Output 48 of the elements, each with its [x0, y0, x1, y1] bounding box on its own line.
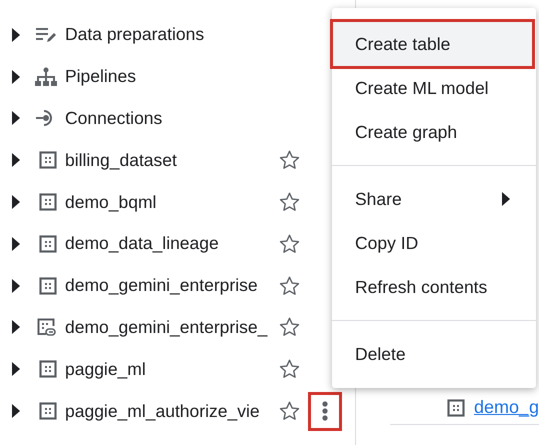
tree-item-label[interactable]: Pipelines: [65, 66, 300, 88]
tree-item-label[interactable]: Connections: [65, 108, 300, 129]
tree-item-label[interactable]: demo_gemini_enterprise: [65, 275, 279, 296]
more-options-button[interactable]: [308, 392, 342, 431]
menu-item[interactable]: Create ML model: [333, 66, 532, 110]
tree-item-label[interactable]: billing_dataset: [65, 150, 279, 171]
star-icon[interactable]: [278, 317, 300, 338]
expand-arrow-icon[interactable]: [11, 278, 21, 293]
menu-item[interactable]: Refresh contents: [333, 265, 532, 309]
star-icon[interactable]: [278, 234, 300, 254]
star-icon[interactable]: [278, 359, 300, 380]
tree-item-label[interactable]: demo_gemini_enterprise_: [65, 316, 279, 338]
tree-item-label[interactable]: demo_data_lineage: [65, 233, 279, 254]
dataset-icon: [39, 402, 57, 420]
data-preparation-icon: [35, 26, 57, 43]
menu-item[interactable]: Share: [333, 177, 532, 221]
dataset-icon: [39, 276, 57, 295]
tree-item-label[interactable]: paggie_ml_authorize_vie: [65, 400, 279, 422]
more-vert-icon: [322, 401, 328, 422]
expand-arrow-icon[interactable]: [11, 236, 21, 251]
expand-arrow-icon[interactable]: [11, 362, 21, 376]
expand-arrow-icon[interactable]: [11, 28, 21, 42]
dataset-icon: [39, 193, 57, 212]
menu-item[interactable]: Create table: [333, 22, 532, 66]
menu-item[interactable]: Copy ID: [333, 221, 532, 265]
menu-item[interactable]: Create graph: [333, 110, 532, 154]
pipeline-icon: [35, 66, 57, 87]
tree-item-label[interactable]: demo_bqml: [65, 192, 279, 213]
star-icon[interactable]: [278, 150, 300, 170]
tree-item-label[interactable]: paggie_ml: [65, 358, 279, 380]
expand-arrow-icon[interactable]: [11, 320, 21, 334]
expand-arrow-icon[interactable]: [11, 111, 21, 126]
expand-arrow-icon[interactable]: [11, 70, 21, 84]
dataset-link[interactable]: demo_g: [474, 397, 539, 418]
expand-arrow-icon[interactable]: [11, 153, 21, 168]
star-icon[interactable]: [278, 276, 300, 296]
dataset-icon: [39, 360, 57, 378]
expand-arrow-icon[interactable]: [11, 195, 21, 210]
tree-item-label[interactable]: Data preparations: [65, 24, 300, 46]
linked-dataset-icon: [37, 318, 57, 337]
star-icon[interactable]: [278, 192, 300, 212]
expand-arrow-icon[interactable]: [11, 404, 21, 418]
star-icon[interactable]: [278, 401, 300, 422]
submenu-arrow-icon: [502, 192, 510, 206]
dataset-icon: [446, 398, 465, 416]
dataset-icon: [39, 151, 57, 170]
dataset-icon: [39, 234, 57, 253]
menu-item[interactable]: Delete: [333, 332, 532, 376]
